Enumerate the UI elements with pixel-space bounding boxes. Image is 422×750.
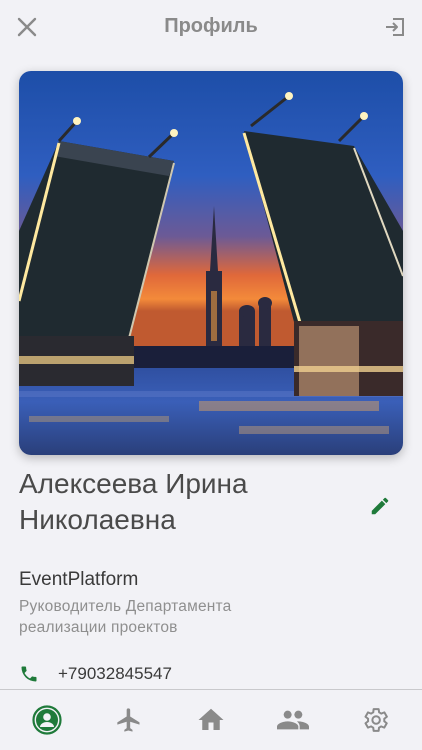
nav-home[interactable] <box>187 696 235 744</box>
page-title: Профиль <box>164 15 258 37</box>
profile-name: Алексеева Ирина Николаевна <box>19 466 339 538</box>
nav-flights[interactable] <box>105 696 153 744</box>
photo-drawbridge <box>19 71 403 455</box>
position-line-1: Руководитель Департамента <box>19 598 232 615</box>
nav-settings[interactable] <box>351 696 399 744</box>
logout-icon <box>386 18 404 36</box>
settings-icon <box>364 708 388 732</box>
phone-row[interactable]: +79032845547 <box>19 662 172 686</box>
name-line-1: Алексеева Ирина <box>19 468 248 499</box>
name-line-2: Николаевна <box>19 504 176 535</box>
logout-button[interactable] <box>380 12 410 42</box>
nav-profile[interactable] <box>23 696 71 744</box>
airplane-icon <box>117 708 140 732</box>
header: Профиль <box>0 0 422 54</box>
position-line-2: реализации проектов <box>19 619 178 636</box>
edit-button[interactable] <box>366 492 394 520</box>
profile-photo <box>19 71 403 455</box>
pencil-icon <box>371 497 389 515</box>
company-name: EventPlatform <box>19 569 139 590</box>
people-icon <box>277 710 309 730</box>
phone-number: +79032845547 <box>58 664 172 683</box>
job-position: Руководитель Департамента реализации про… <box>19 596 319 638</box>
home-icon <box>198 708 224 730</box>
bottom-nav <box>0 689 422 750</box>
profile-screen: Профиль Алексеева Ирина Николаевна Event… <box>0 0 422 750</box>
nav-people[interactable] <box>269 696 317 744</box>
phone-icon <box>21 666 37 682</box>
profile-icon <box>32 705 62 735</box>
